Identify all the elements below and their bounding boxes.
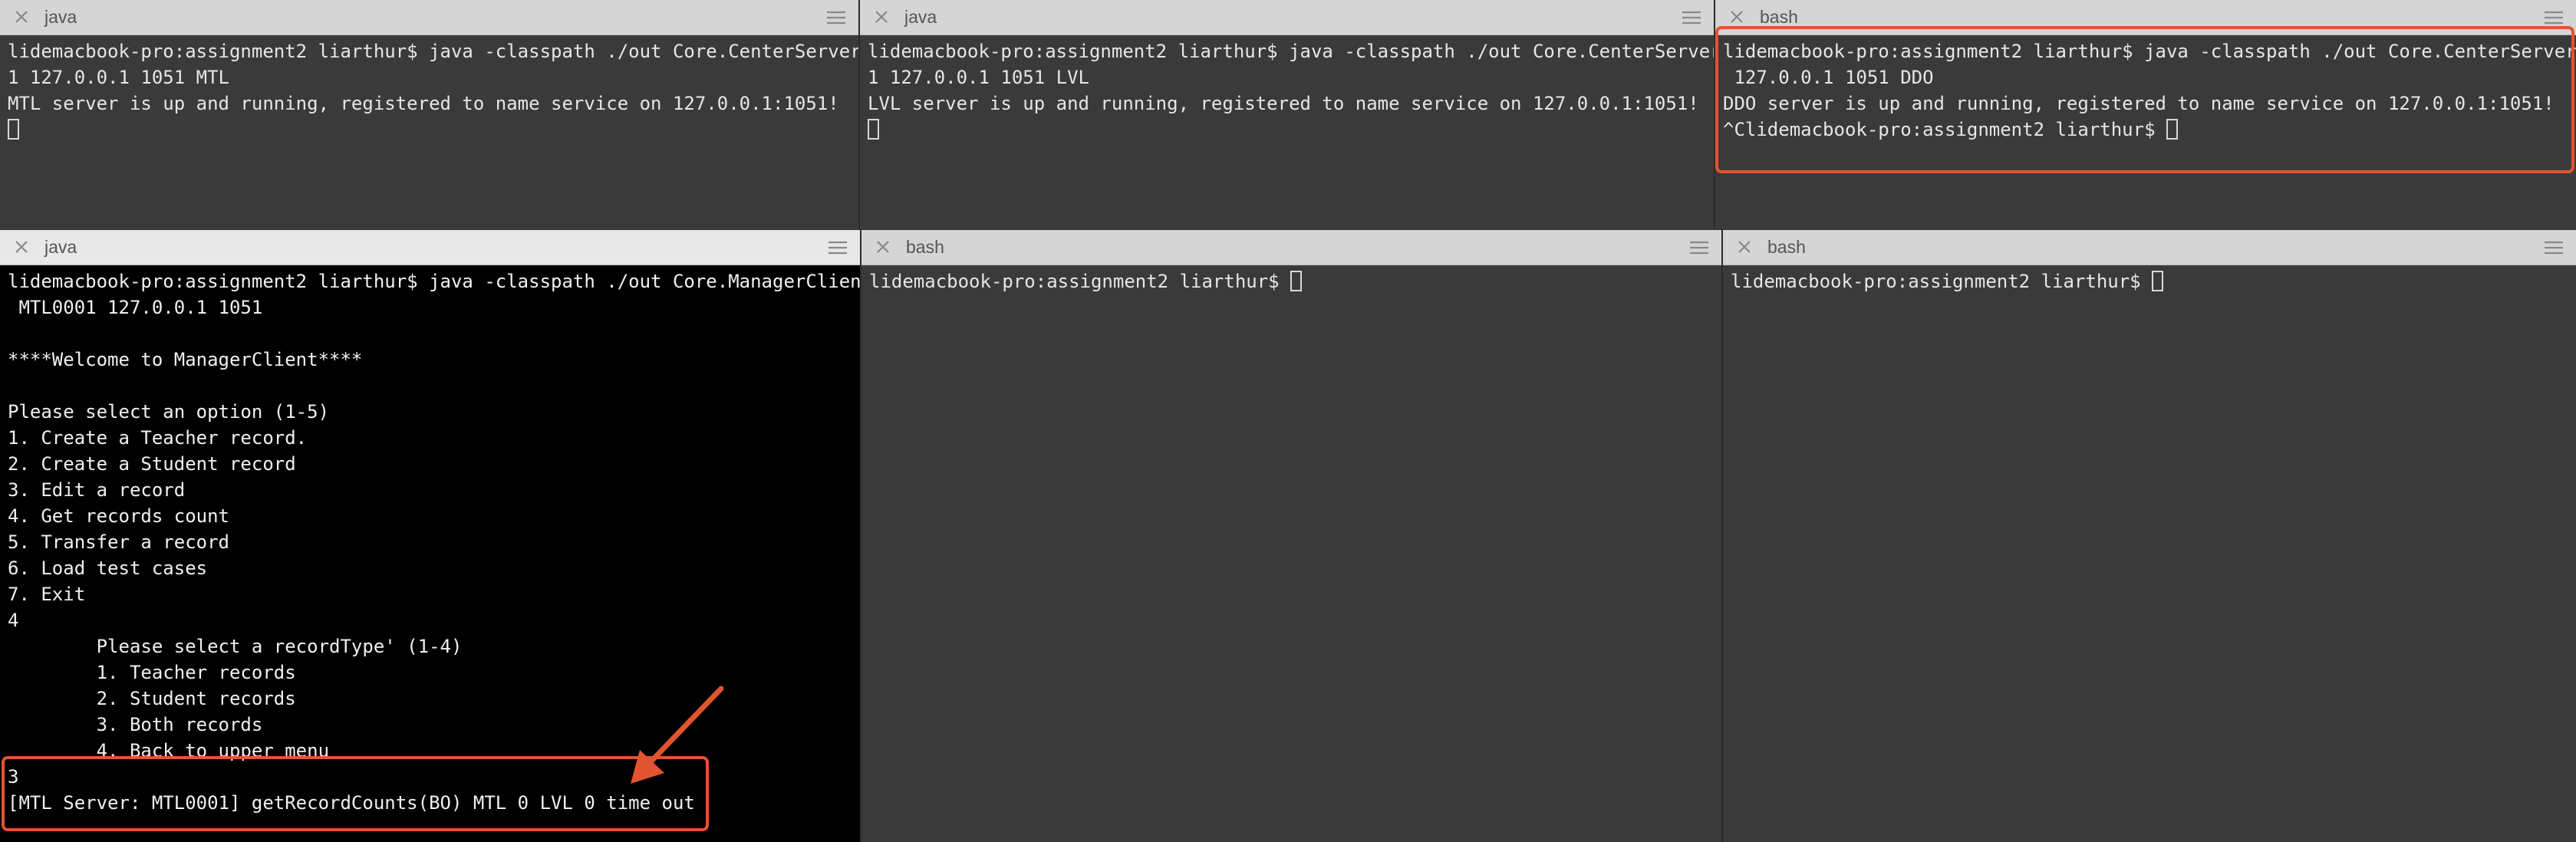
terminal-line: 2. Student records [8,688,296,709]
arrow-annotation-icon [631,686,724,784]
terminal-line: Please select a recordType' (1-4) [8,636,463,657]
terminal-output: lidemacbook-pro:assignment2 liarthur$ ja… [8,38,858,143]
terminal-line: 1. Teacher records [8,662,296,683]
terminal-pane-top-middle[interactable]: java lidemacbook-pro:assignment2 liarthu… [860,0,1714,230]
terminal-cursor [868,119,879,140]
terminal-line: 1 127.0.0.1 1051 LVL [868,67,1089,88]
terminal-line: 4. Get records count [8,505,229,527]
terminal-line: lidemacbook-pro:assignment2 liarthur$ ja… [868,41,1714,62]
terminal-pane-bottom-left[interactable]: java lidemacbook-pro:assignment2 liarthu… [0,230,860,842]
terminal-output: lidemacbook-pro:assignment2 liarthur$ ja… [868,38,1714,143]
terminal-line: LVL server is up and running, registered… [868,93,1699,114]
tab-bar[interactable]: java [860,0,1714,35]
tab-title: java [44,7,77,27]
close-icon[interactable] [1728,8,1746,26]
tab-bar[interactable]: java [0,230,860,265]
terminal-cursor [1290,271,1303,291]
terminal-output: lidemacbook-pro:assignment2 liarthur$ [869,268,1717,294]
tab-title: bash [1767,237,1806,257]
terminal-cursor [8,119,19,140]
terminal-line: MTL server is up and running, registered… [8,93,839,114]
terminal-pane-bottom-middle[interactable]: bash lidemacbook-pro:assignment2 liarthu… [861,230,1721,842]
hamburger-menu-icon[interactable] [826,11,846,25]
terminal-pane-bottom-right[interactable]: bash lidemacbook-pro:assignment2 liarthu… [1723,230,2576,842]
tab-title: bash [906,237,944,257]
terminal-line: 3. Both records [8,714,263,735]
close-icon[interactable] [12,238,31,256]
close-icon[interactable] [12,8,31,26]
terminal-line: MTL0001 127.0.0.1 1051 [8,297,263,318]
terminal-line: lidemacbook-pro:assignment2 liarthur$ ja… [8,41,858,62]
highlight-box-server-output [1715,26,2574,173]
terminal-line: lidemacbook-pro:assignment2 liarthur$ ja… [8,271,860,292]
tab-title: java [44,237,77,257]
hamburger-menu-icon[interactable] [2544,11,2564,25]
terminal-prompt: lidemacbook-pro:assignment2 liarthur$ [869,271,1291,292]
hamburger-menu-icon[interactable] [1689,241,1709,255]
tab-bar[interactable]: java [0,0,858,35]
close-icon[interactable] [872,8,891,26]
terminal-line: 3. Edit a record [8,479,186,501]
hamburger-menu-icon[interactable] [828,241,848,255]
terminal-line: Please select an option (1-5) [8,401,330,423]
terminal-output: lidemacbook-pro:assignment2 liarthur$ [1731,268,2571,294]
tab-bar[interactable]: bash [1723,230,2576,265]
terminal-line: 1 127.0.0.1 1051 MTL [8,67,229,88]
terminal-line: 6. Load test cases [8,557,208,579]
tab-title: java [904,7,937,27]
close-icon[interactable] [874,238,892,256]
terminal-cursor [2152,271,2164,291]
terminal-line: ****Welcome to ManagerClient**** [8,349,363,370]
terminal-line: 5. Transfer a record [8,531,229,553]
terminal-line: 4 [8,610,19,631]
terminal-line: 2. Create a Student record [8,453,296,475]
terminal-pane-top-left[interactable]: java lidemacbook-pro:assignment2 liarthu… [0,0,858,230]
tab-title: bash [1760,7,1798,27]
tab-bar[interactable]: bash [861,230,1721,265]
hamburger-menu-icon[interactable] [1682,11,1701,25]
close-icon[interactable] [1735,238,1754,256]
terminal-pane-top-right[interactable]: bash lidemacbook-pro:assignment2 liarthu… [1715,0,2576,230]
terminal-prompt: lidemacbook-pro:assignment2 liarthur$ [1731,271,2153,292]
terminal-line: 7. Exit [8,584,86,605]
terminal-line: 1. Create a Teacher record. [8,427,308,449]
hamburger-menu-icon[interactable] [2544,241,2564,255]
highlight-box-timeout-output [2,756,709,831]
